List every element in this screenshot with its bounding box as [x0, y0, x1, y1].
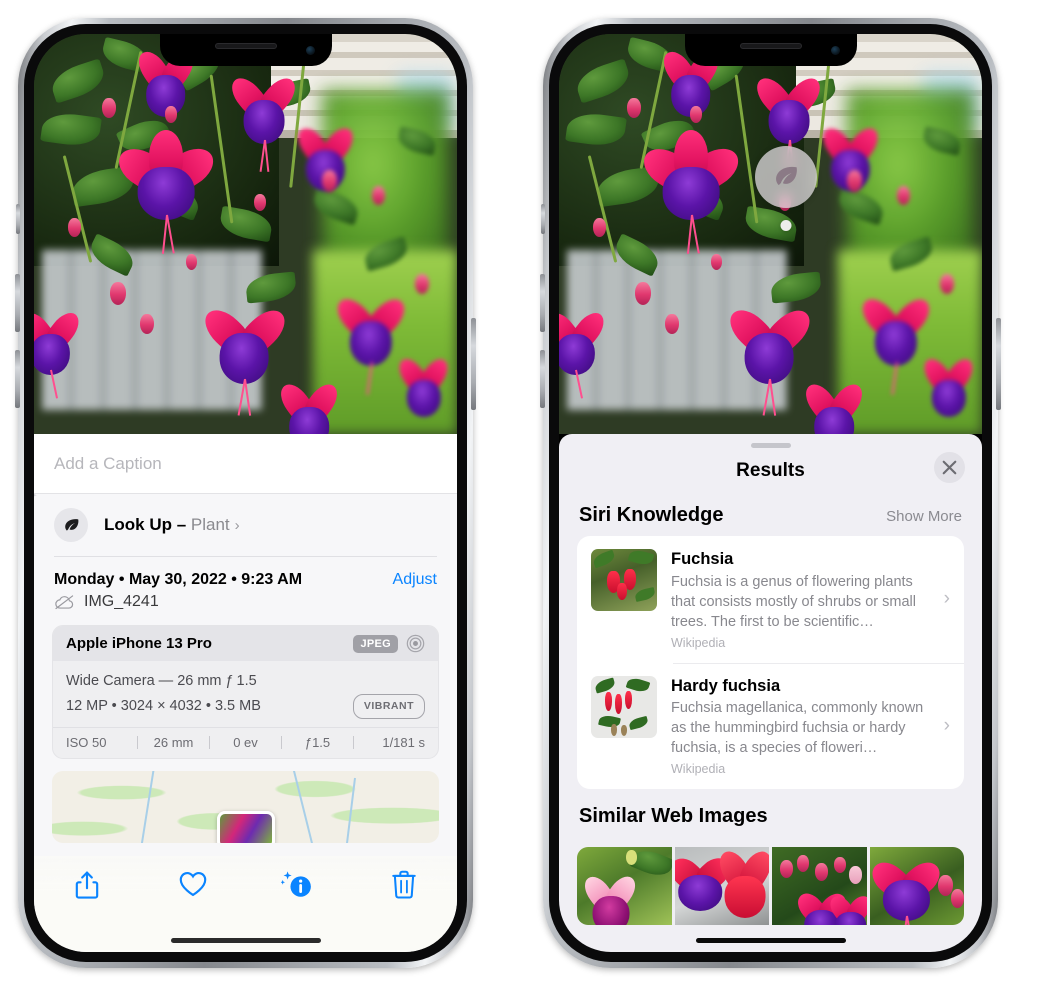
results-header: Results	[559, 448, 982, 494]
siri-knowledge-header: Siri Knowledge Show More	[559, 494, 982, 536]
map-photo-pin	[216, 811, 275, 844]
knowledge-result-row[interactable]: Hardy fuchsia Fuchsia magellanica, commo…	[577, 662, 964, 790]
info-button[interactable]	[246, 870, 352, 900]
volume-up-button[interactable]	[540, 274, 545, 332]
result-thumbnail	[591, 675, 657, 738]
cloud-slash-icon	[54, 594, 75, 610]
volume-down-button[interactable]	[540, 350, 545, 408]
info-sparkle-icon	[281, 871, 312, 897]
exif-body: Wide Camera — 26 mm ƒ 1.5 12 MP • 3024 ×…	[53, 661, 438, 727]
adjust-button[interactable]: Adjust	[393, 571, 437, 589]
home-indicator[interactable]	[170, 938, 321, 943]
image-size-info: 12 MP • 3024 × 4032 • 3.5 MB	[66, 697, 261, 714]
web-image-thumb-4[interactable]	[869, 847, 964, 926]
delete-button[interactable]	[351, 870, 457, 899]
look-up-label: Look Up – Plant ›	[104, 515, 240, 535]
iphone-right-visual-lookup: Results Siri Knowledge Show More Fuchsia…	[540, 18, 1001, 968]
knowledge-result-row[interactable]: Fuchsia Fuchsia is a genus of flowering …	[577, 536, 964, 663]
results-sheet: Results Siri Knowledge Show More Fuchsia…	[559, 434, 982, 952]
siri-knowledge-card: Fuchsia Fuchsia is a genus of flowering …	[577, 536, 964, 790]
similar-web-images-header: Similar Web Images	[559, 789, 982, 837]
vibrant-badge: VIBRANT	[352, 693, 425, 720]
result-body: Fuchsia Fuchsia is a genus of flowering …	[671, 549, 944, 650]
visual-lookup-anchor-dot	[780, 220, 792, 231]
close-button[interactable]	[934, 452, 965, 483]
result-description: Fuchsia magellanica, commonly known as t…	[671, 700, 924, 757]
look-up-separator: –	[172, 515, 191, 534]
result-source: Wikipedia	[671, 635, 726, 650]
notch	[684, 34, 857, 66]
leaf-icon	[54, 508, 88, 542]
phone-screen-right: Results Siri Knowledge Show More Fuchsia…	[559, 34, 982, 952]
look-up-bold: Look Up	[104, 515, 172, 534]
share-icon	[75, 871, 99, 899]
caption-field[interactable]: Add a Caption	[34, 434, 457, 494]
exif-stat-focal: 26 mm	[153, 735, 194, 751]
similar-web-images-title: Similar Web Images	[579, 805, 768, 828]
location-map-thumbnail[interactable]	[52, 771, 439, 844]
filename-row: IMG_4241	[34, 589, 457, 611]
lens-info: Wide Camera — 26 mm ƒ 1.5	[66, 673, 257, 689]
front-camera-icon	[830, 46, 840, 55]
favorite-button[interactable]	[140, 870, 246, 898]
close-icon	[942, 460, 957, 475]
earpiece-speaker	[214, 43, 277, 49]
sparkle-icon: ✦	[34, 489, 38, 505]
web-image-thumb-2[interactable]	[674, 847, 769, 926]
photo-info-sheet: Add a Caption ✦ ✦ Look Up – Plant›	[34, 434, 457, 952]
visual-lookup-badge[interactable]	[755, 146, 817, 231]
photo-viewer[interactable]	[34, 34, 457, 434]
photo-date: Monday • May 30, 2022 • 9:23 AM	[54, 571, 303, 588]
side-power-button[interactable]	[996, 318, 1001, 410]
exif-stat-iso: ISO 50	[66, 735, 107, 751]
result-thumbnail	[591, 549, 657, 611]
exif-stats: ISO 50 26 mm 0 ev ƒ1.5 1/181 s	[53, 727, 438, 758]
iphone-left-photos-info: Add a Caption ✦ ✦ Look Up – Plant›	[15, 18, 476, 968]
result-title: Hardy fuchsia	[671, 676, 781, 695]
volume-down-button[interactable]	[15, 350, 20, 408]
siri-knowledge-title: Siri Knowledge	[579, 504, 724, 526]
result-title: Fuchsia	[671, 550, 734, 568]
metadata-row: Monday • May 30, 2022 • 9:23 AM Adjust	[34, 557, 457, 589]
show-more-button[interactable]: Show More	[886, 508, 962, 525]
aperture-icon	[406, 634, 425, 653]
chevron-right-icon: ›	[234, 517, 240, 534]
trash-icon	[392, 870, 416, 899]
format-badge: JPEG	[353, 634, 398, 653]
result-source: Wikipedia	[671, 762, 726, 777]
exif-stat-exposure: 0 ev	[233, 735, 258, 751]
screenshot-root: Add a Caption ✦ ✦ Look Up – Plant›	[0, 0, 1055, 985]
exif-header: Apple iPhone 13 Pro JPEG	[53, 626, 438, 661]
earpiece-speaker	[739, 43, 802, 49]
front-camera-icon	[305, 46, 315, 55]
side-power-button[interactable]	[471, 318, 476, 410]
mute-switch[interactable]	[16, 204, 20, 234]
look-up-row[interactable]: ✦ ✦ Look Up – Plant›	[34, 489, 457, 556]
exif-stat-shutter: 1/181 s	[382, 735, 425, 751]
phone-screen-left: Add a Caption ✦ ✦ Look Up – Plant›	[34, 34, 457, 952]
leaf-icon	[755, 146, 817, 208]
mute-switch[interactable]	[541, 204, 545, 234]
camera-device-name: Apple iPhone 13 Pro	[66, 635, 212, 652]
chevron-right-icon: ›	[943, 588, 950, 610]
photo-filename: IMG_4241	[84, 593, 159, 610]
notch	[159, 34, 332, 66]
home-indicator[interactable]	[695, 938, 846, 943]
result-body: Hardy fuchsia Fuchsia magellanica, commo…	[671, 676, 944, 777]
chevron-right-icon: ›	[943, 714, 950, 736]
web-image-thumb-3[interactable]	[772, 847, 867, 926]
photo-viewer[interactable]	[559, 34, 982, 434]
heart-icon	[179, 872, 206, 897]
share-button[interactable]	[34, 870, 140, 900]
similar-web-images-strip	[577, 847, 964, 926]
look-up-subject: Plant	[190, 515, 230, 534]
result-description: Fuchsia is a genus of flowering plants t…	[671, 573, 916, 630]
caption-placeholder: Add a Caption	[54, 453, 162, 473]
web-image-thumb-1[interactable]	[577, 847, 672, 926]
volume-up-button[interactable]	[15, 274, 20, 332]
results-title: Results	[736, 460, 805, 481]
exif-stat-aperture: ƒ1.5	[304, 735, 331, 751]
exif-card: Apple iPhone 13 Pro JPEG Wide Camera — 2…	[52, 625, 439, 760]
